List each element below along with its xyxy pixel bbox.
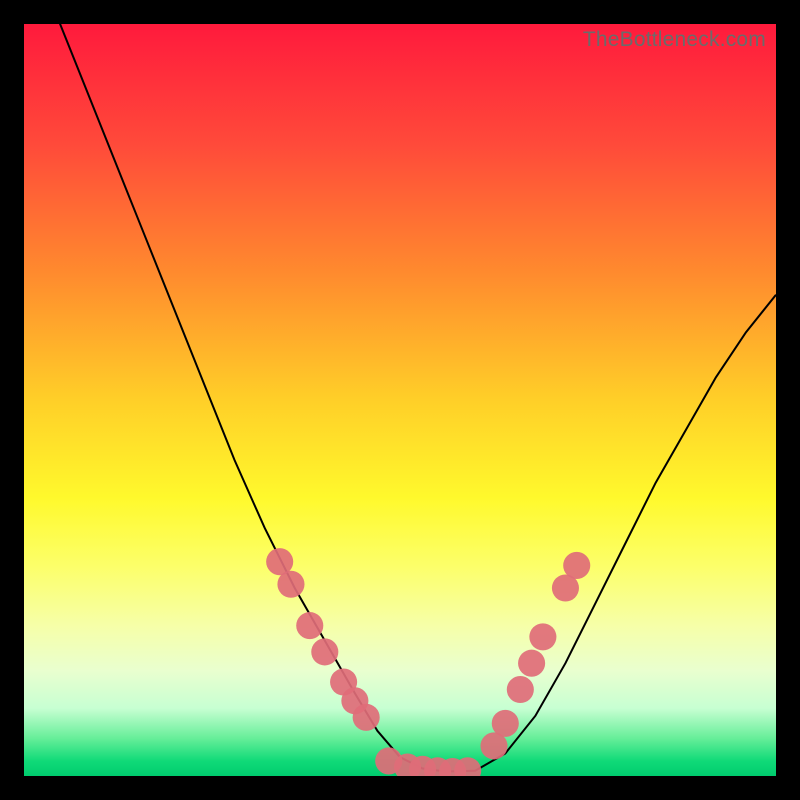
watermark-text: TheBottleneck.com [583, 28, 766, 52]
marker-left-upper-b [277, 571, 304, 598]
marker-right-upper-b [563, 552, 590, 579]
marker-right-mid-b [518, 650, 545, 677]
plot-svg [24, 24, 776, 776]
marker-right-low-b [492, 710, 519, 737]
markers-group [266, 548, 590, 776]
marker-right-mid-c [529, 623, 556, 650]
chart-frame: TheBottleneck.com [24, 24, 776, 776]
marker-left-mid-a [296, 612, 323, 639]
marker-left-mid-b [311, 638, 338, 665]
bottleneck-curve [24, 24, 776, 771]
marker-left-low-c [353, 704, 380, 731]
marker-right-mid-a [507, 676, 534, 703]
